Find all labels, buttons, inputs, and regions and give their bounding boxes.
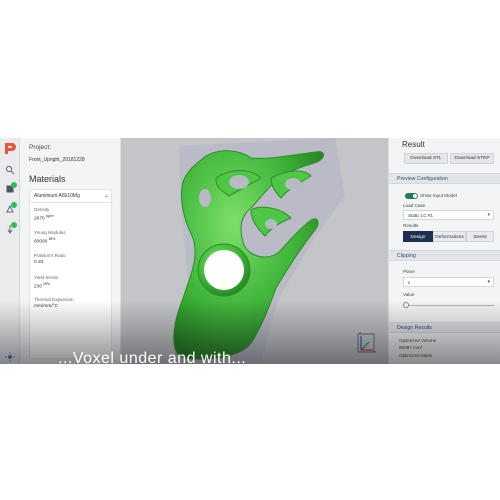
property-value: 230 MPa <box>34 282 50 290</box>
property-key: Young Modulus <box>34 230 66 235</box>
value-label: Value <box>403 292 415 297</box>
property-poisson-ratio: Poisson's Ratio 0.33 <box>34 253 110 265</box>
section-title: Clipping <box>397 253 416 259</box>
material-select[interactable]: Aluminium AlSi10Mg ⌄ <box>30 190 113 203</box>
show-input-model-label: Show Input Model <box>420 193 457 198</box>
app-window: Project: Front_Upright_20181228 Material… <box>0 138 500 364</box>
property-young-modulus: Young Modulus 60000 MPa <box>34 230 110 245</box>
3d-viewport[interactable]: x z <box>121 138 388 364</box>
chevron-down-icon: ⌄ <box>103 193 109 199</box>
section-title: Preview Configuration <box>397 176 448 182</box>
property-thermal-expansion: Thermal Expansion mm/mm/°C <box>34 297 110 309</box>
show-input-model-toggle[interactable] <box>405 193 418 199</box>
optimized-part-render: x z <box>173 138 376 362</box>
project-name: Front_Upright_20181228 <box>29 157 85 163</box>
axis-triad <box>357 333 375 353</box>
results-label: Results <box>403 223 419 228</box>
chevron-down-icon: ▾ <box>487 212 490 218</box>
plane-value: x <box>408 280 411 285</box>
plane-select[interactable]: x ▾ <box>403 277 494 287</box>
property-key: Yield Stress <box>34 275 59 280</box>
status-check-icon <box>11 202 17 208</box>
load-case-select[interactable]: Static LC #1 ▾ <box>403 210 494 220</box>
result-panel: Result Download STL Download STEP Previe… <box>388 138 500 364</box>
property-value: 60000 MPa <box>34 237 56 245</box>
material-select-value: Aluminium AlSi10Mg <box>34 193 80 199</box>
status-check-icon <box>11 182 17 188</box>
optimized-volume-label: Optimized Volume <box>399 338 437 343</box>
property-value: mm/mm/°C <box>34 304 59 309</box>
status-check-icon <box>11 222 17 228</box>
plane-label: Plane <box>403 269 415 274</box>
settings-icon[interactable] <box>5 352 15 362</box>
clip-value-slider-handle[interactable] <box>403 302 409 308</box>
load-case-label: Load Case <box>403 203 426 208</box>
optimized-mass-label: Optimized Mass <box>399 353 432 358</box>
tab-stress[interactable]: Stress <box>466 231 494 242</box>
app-logo-icon <box>5 143 16 154</box>
clipping-header[interactable]: Clipping <box>389 250 500 261</box>
materials-panel: Project: Front_Upright_20181228 Material… <box>20 138 121 364</box>
tab-deformations[interactable]: Deformations <box>433 231 466 242</box>
axis-x-label: x <box>374 349 376 354</box>
result-heading: Result <box>402 140 425 149</box>
design-results-header[interactable]: Design Results <box>389 322 500 333</box>
property-key: Thermal Expansion <box>34 297 74 302</box>
load-case-value: Static LC #1 <box>408 213 434 218</box>
property-key: Density <box>34 207 50 212</box>
property-yield-stress: Yield Stress 230 MPa <box>34 275 110 290</box>
tab-design[interactable]: Design <box>403 231 433 242</box>
download-step-button[interactable]: Download STEP <box>450 153 494 164</box>
preview-configuration-header[interactable]: Preview Configuration <box>389 173 500 184</box>
materials-heading: Materials <box>29 174 66 184</box>
axis-z-label: z <box>359 330 361 335</box>
property-value: 2670 kg/m³ <box>34 214 54 222</box>
property-value: 0.33 <box>34 260 44 265</box>
property-density: Density 2670 kg/m³ <box>34 207 110 222</box>
project-label: Project: <box>29 144 52 151</box>
video-caption: ...Voxel under and with... <box>58 350 247 364</box>
optimized-volume-value: 86097 mm³ <box>399 345 423 350</box>
nav-rail <box>0 138 20 364</box>
search-icon[interactable] <box>5 165 15 175</box>
download-stl-button[interactable]: Download STL <box>404 153 448 164</box>
section-title: Design Results <box>397 325 432 331</box>
chevron-down-icon: ▾ <box>487 279 490 285</box>
material-card: Aluminium AlSi10Mg ⌄ Density 2670 kg/m³ … <box>29 189 113 359</box>
property-key: Poisson's Ratio <box>34 253 66 258</box>
clip-value-slider-track[interactable] <box>407 305 494 306</box>
